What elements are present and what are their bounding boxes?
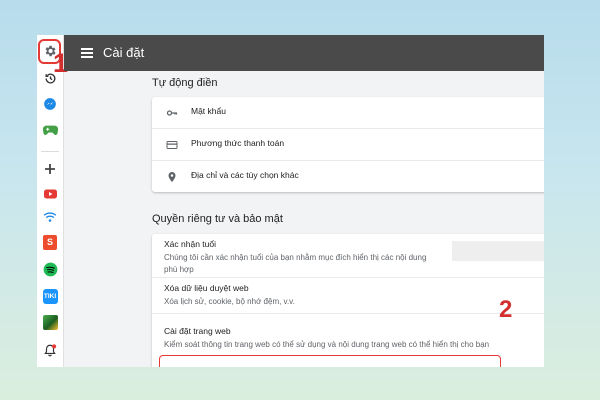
location-pin-icon: [166, 170, 178, 182]
privacy-item-site-settings[interactable]: Cài đặt trang web Kiểm soát thông tin tr…: [152, 314, 544, 361]
autofill-item-passwords[interactable]: Mật khẩu: [152, 97, 544, 129]
privacy-item-desc: Xóa lịch sử, cookie, bộ nhớ đệm, v.v.: [164, 297, 295, 306]
step-marker-2: 2: [499, 296, 513, 323]
autofill-item-addresses[interactable]: Địa chỉ và các tùy chọn khác: [152, 161, 544, 192]
age-input-field[interactable]: [452, 241, 544, 261]
autofill-item-label: Mật khẩu: [191, 106, 226, 116]
menu-icon[interactable]: [81, 48, 93, 58]
browser-window: S TIKI 1 Cài đặt Tự động điền Mật khẩu P…: [37, 35, 544, 367]
autofill-section-title: Tự động điền: [152, 77, 218, 89]
privacy-card: Xác nhận tuổi Chúng tôi cần xác nhận tuổ…: [152, 234, 544, 367]
site-settings-highlight-box: [159, 355, 501, 367]
credit-card-icon: [166, 138, 178, 150]
page-title: Cài đặt: [103, 45, 145, 60]
autofill-card: Mật khẩu Phương thức thanh toán Địa chỉ …: [152, 97, 544, 192]
privacy-item-age-verification[interactable]: Xác nhận tuổi Chúng tôi cần xác nhận tuổ…: [152, 234, 544, 278]
sidebar: S TIKI: [37, 35, 64, 367]
privacy-item-title: Xóa dữ liệu duyệt web: [164, 283, 249, 293]
privacy-item-desc: Kiểm soát thông tin trang web có thể sử …: [164, 340, 490, 349]
spotify-icon[interactable]: [41, 260, 59, 278]
settings-header: Cài đặt: [64, 35, 544, 71]
gamepad-icon[interactable]: [41, 121, 59, 139]
key-icon: [166, 106, 178, 118]
sidebar-divider: [41, 151, 59, 152]
bell-icon[interactable]: [41, 341, 59, 359]
privacy-section-title: Quyền riêng tư và bảo mật: [152, 213, 283, 225]
autofill-item-payment[interactable]: Phương thức thanh toán: [152, 129, 544, 161]
wifi-icon[interactable]: [41, 208, 59, 226]
youtube-icon[interactable]: [41, 185, 59, 203]
messenger-icon[interactable]: [41, 95, 59, 113]
autofill-item-label: Địa chỉ và các tùy chọn khác: [191, 170, 299, 180]
privacy-item-clear-browsing-data[interactable]: Xóa dữ liệu duyệt web Xóa lịch sử, cooki…: [152, 278, 544, 314]
settings-content: Tự động điền Mật khẩu Phương thức thanh …: [64, 71, 544, 367]
privacy-item-desc: Chúng tôi cần xác nhận tuổi của bạn nhằm…: [164, 253, 427, 274]
game-icon[interactable]: [41, 313, 59, 331]
add-icon[interactable]: [41, 160, 59, 178]
tiki-icon[interactable]: TIKI: [41, 287, 59, 305]
privacy-item-title: Cài đặt trang web: [164, 326, 231, 336]
shopee-icon[interactable]: S: [41, 233, 59, 251]
autofill-item-label: Phương thức thanh toán: [191, 138, 285, 148]
